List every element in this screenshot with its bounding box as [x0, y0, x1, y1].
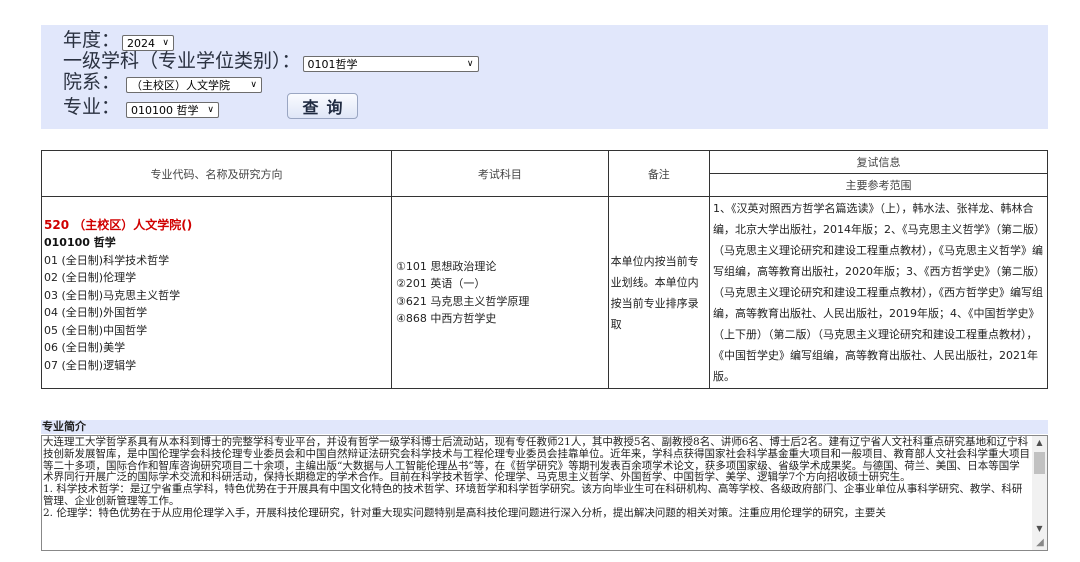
- intro-text: 大连理工大学哲学系具有从本科到博士的完整学科专业平台，并设有哲学一级学科博士后流…: [42, 436, 1031, 550]
- intro-title: 专业简介: [41, 420, 1048, 434]
- major-name: 010100 哲学: [44, 236, 116, 250]
- direction-item: 07 (全日制)逻辑学: [44, 358, 137, 372]
- direction-item: 05 (全日制)中国哲学: [44, 323, 148, 337]
- discipline-select[interactable]: 0101哲学 ∨: [302, 56, 479, 72]
- year-row: 年度： 2024 ∨: [63, 29, 175, 51]
- intro-paragraph: 2. 伦理学：特色优势在于从应用伦理学入手，开展科技伦理研究，针对重大现实问题特…: [43, 506, 886, 519]
- resize-grip-icon[interactable]: ◢: [1034, 537, 1046, 549]
- direction-item: 04 (全日制)外国哲学: [44, 306, 148, 320]
- header-major: 专业代码、名称及研究方向: [40, 150, 393, 197]
- header-references: 主要参考范围: [708, 173, 1049, 197]
- subject-item: ②201 英语（一）: [396, 277, 486, 290]
- department-label: 院系：: [63, 71, 121, 93]
- remarks-cell: 本单位内按当前专业划线。本单位内按当前专业排序录取: [607, 196, 710, 389]
- department-select[interactable]: （主校区）人文学院 ∨: [126, 77, 263, 93]
- major-select-value: 010100 哲学: [131, 104, 199, 117]
- major-label: 专业：: [63, 96, 121, 118]
- direction-item: 06 (全日制)美学: [44, 341, 126, 355]
- intro-paragraph: 1. 科学技术哲学：是辽宁省重点学科，特色优势在于开展具有中国文化特色的技术哲学…: [43, 483, 1023, 507]
- chevron-down-icon: ∨: [207, 105, 215, 115]
- department-select-value: （主校区）人文学院: [131, 79, 231, 92]
- references-cell: 1、《汉英对照西方哲学名篇选读》（上），韩水法、张祥龙、韩林合编，北京大学出版社…: [708, 196, 1049, 389]
- direction-item: 02 (全日制)伦理学: [44, 271, 137, 285]
- major-cell: 520 （主校区）人文学院() 010100 哲学 01 (全日制)科学技术哲学…: [40, 196, 393, 389]
- query-button[interactable]: 查询: [287, 93, 358, 119]
- intro-scrollbar[interactable]: ▲ ▼: [1032, 436, 1047, 550]
- filter-panel: 年度： 2024 ∨ 一级学科（专业学位类别）： 0101哲学 ∨ 院系： （主校区…: [41, 25, 1048, 129]
- intro-textarea[interactable]: 大连理工大学哲学系具有从本科到博士的完整学科专业平台，并设有哲学一级学科博士后流…: [41, 435, 1048, 551]
- intro-paragraph: 大连理工大学哲学系具有从本科到博士的完整学科专业平台，并设有哲学一级学科博士后流…: [43, 436, 1030, 484]
- header-remarks: 备注: [607, 150, 710, 197]
- direction-item: 01 (全日制)科学技术哲学: [44, 253, 170, 267]
- major-select[interactable]: 010100 哲学 ∨: [126, 102, 220, 118]
- department-row: 院系： （主校区）人文学院 ∨: [63, 71, 263, 93]
- direction-item: 03 (全日制)马克思主义哲学: [44, 288, 181, 302]
- table-row: 520 （主校区）人文学院() 010100 哲学 01 (全日制)科学技术哲学…: [40, 196, 1049, 389]
- college-name: 520 （主校区）人文学院(): [44, 217, 193, 232]
- discipline-select-value: 0101哲学: [307, 58, 358, 71]
- major-row: 专业： 010100 哲学 ∨: [63, 96, 220, 118]
- year-label: 年度：: [63, 29, 121, 51]
- subject-item: ③621 马克思主义哲学原理: [396, 294, 530, 308]
- chevron-down-icon: ∨: [466, 59, 474, 69]
- discipline-label: 一级学科（专业学位类别）：: [63, 50, 301, 72]
- scroll-up-icon[interactable]: ▲: [1032, 436, 1047, 450]
- results-table: 专业代码、名称及研究方向 考试科目 备注 复试信息 主要参考范围 520 （主校…: [40, 150, 1049, 389]
- subject-item: ④868 中西方哲学史: [396, 312, 497, 325]
- year-select-value: 2024: [127, 36, 156, 50]
- scroll-down-icon[interactable]: ▼: [1032, 522, 1047, 536]
- subjects-cell: ①101 思想政治理论 ②201 英语（一） ③621 马克思主义哲学原理 ④8…: [391, 196, 609, 389]
- year-select[interactable]: 2024 ∨: [122, 35, 175, 51]
- header-retest: 复试信息: [708, 150, 1049, 174]
- scrollbar-thumb[interactable]: [1034, 452, 1045, 474]
- chevron-down-icon: ∨: [162, 38, 170, 48]
- subject-item: ①101 思想政治理论: [396, 259, 497, 273]
- chevron-down-icon: ∨: [250, 80, 258, 90]
- discipline-row: 一级学科（专业学位类别）： 0101哲学 ∨: [63, 50, 479, 72]
- header-subjects: 考试科目: [391, 150, 609, 197]
